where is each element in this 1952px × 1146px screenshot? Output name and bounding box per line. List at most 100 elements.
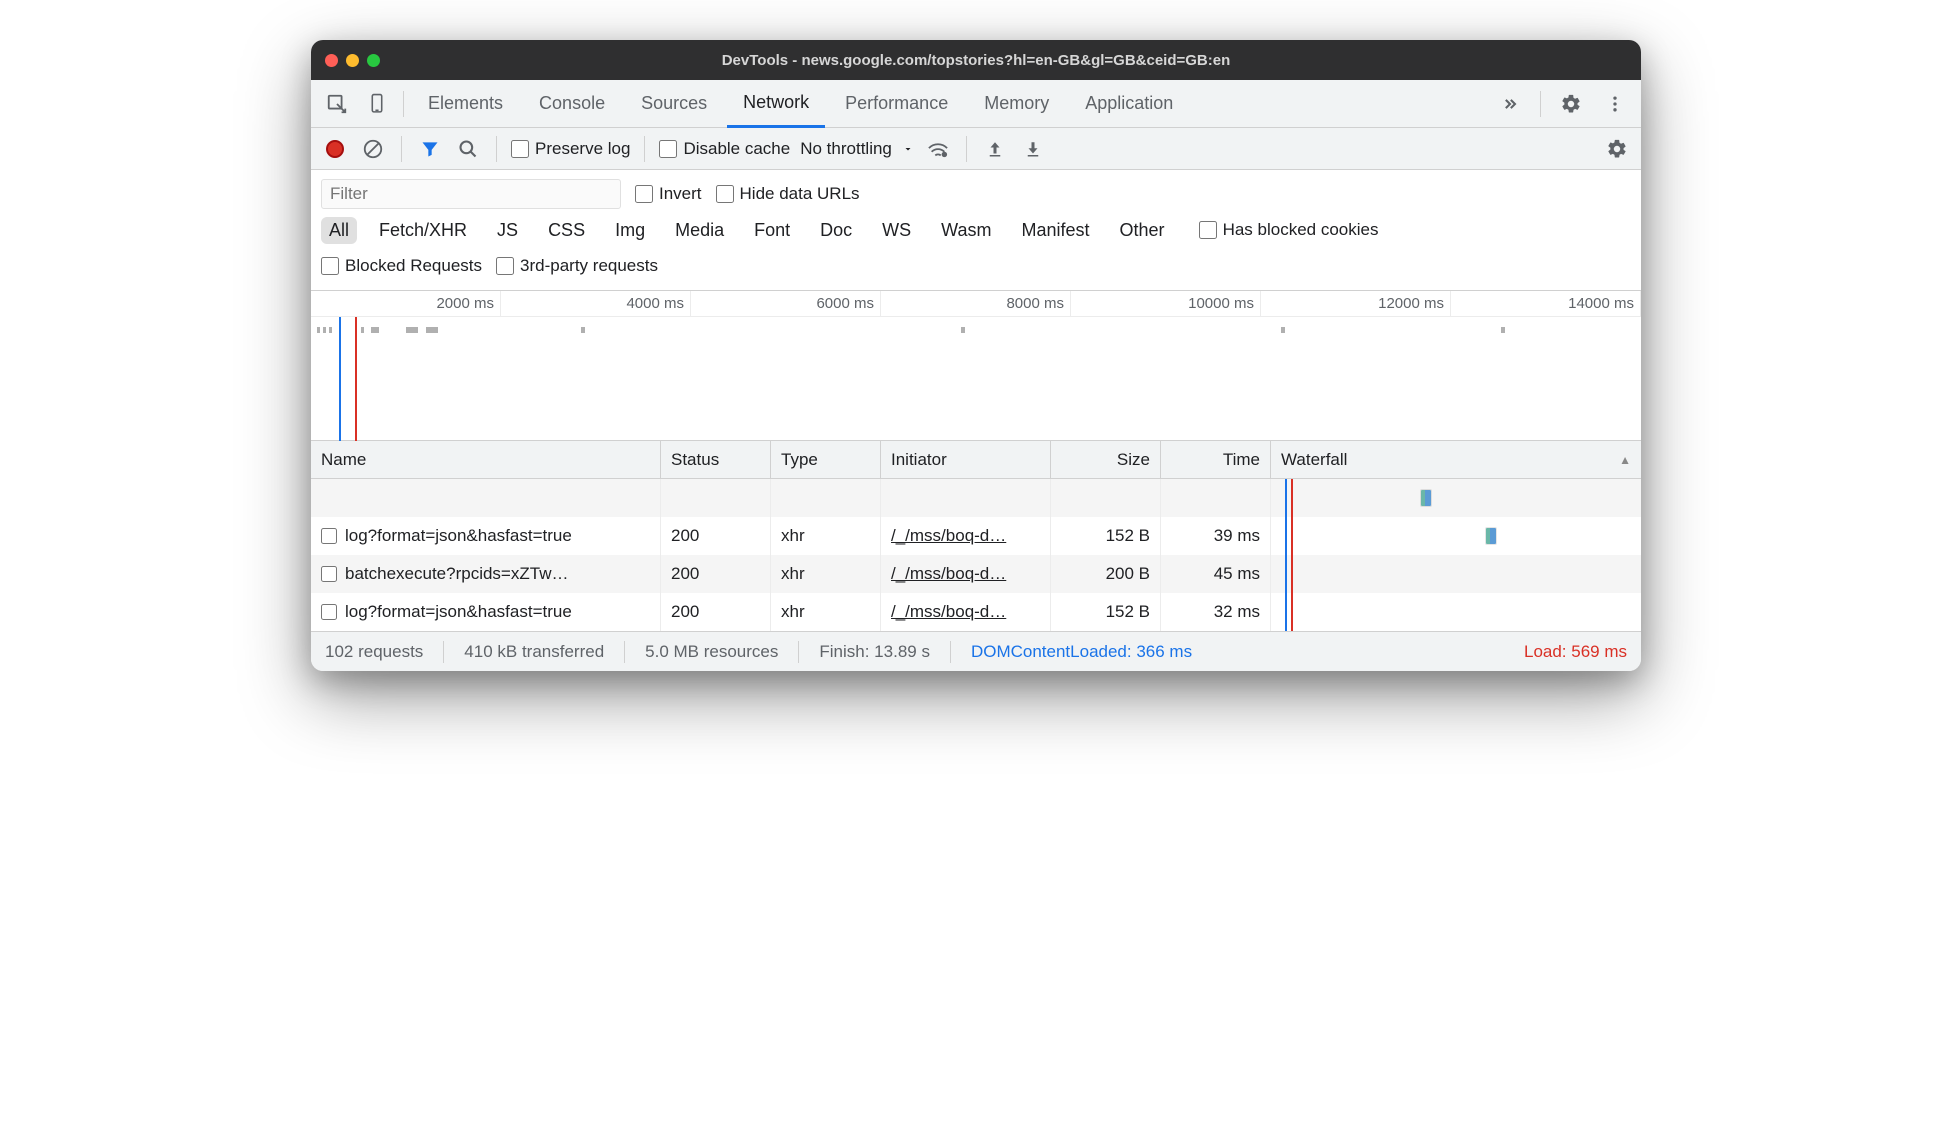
record-button[interactable] — [321, 135, 349, 163]
requests-table-body: log?format=json&hasfast=true 200 xhr /_/… — [311, 479, 1641, 631]
header-size[interactable]: Size — [1051, 441, 1161, 478]
divider — [644, 136, 645, 162]
tab-console[interactable]: Console — [523, 80, 621, 128]
header-initiator[interactable]: Initiator — [881, 441, 1051, 478]
divider — [443, 641, 444, 663]
row-checkbox[interactable] — [321, 604, 337, 620]
header-status[interactable]: Status — [661, 441, 771, 478]
settings-gear-icon[interactable] — [1553, 86, 1589, 122]
timeline-bars — [311, 325, 1641, 335]
tab-performance[interactable]: Performance — [829, 80, 964, 128]
export-har-icon[interactable] — [1019, 135, 1047, 163]
cell-name: log?format=json&hasfast=true — [311, 593, 661, 631]
cell-type: xhr — [771, 517, 881, 555]
divider — [401, 136, 402, 162]
kebab-menu-icon[interactable] — [1597, 86, 1633, 122]
cell-size: 200 B — [1051, 555, 1161, 593]
row-checkbox[interactable] — [321, 528, 337, 544]
cell-size: 152 B — [1051, 593, 1161, 631]
table-row[interactable]: batchexecute?rpcids=xZTw… 200 xhr /_/mss… — [311, 555, 1641, 593]
divider — [624, 641, 625, 663]
timeline-overview[interactable]: 2000 ms 4000 ms 6000 ms 8000 ms 10000 ms… — [311, 291, 1641, 441]
table-row[interactable]: log?format=json&hasfast=true 200 xhr /_/… — [311, 593, 1641, 631]
cell-time: 39 ms — [1161, 517, 1271, 555]
maximize-icon[interactable] — [367, 54, 380, 67]
timeline-tick: 12000 ms — [1261, 291, 1451, 316]
titlebar: DevTools - news.google.com/topstories?hl… — [311, 40, 1641, 80]
blocked-requests-label: Blocked Requests — [345, 256, 482, 276]
timeline-tick: 8000 ms — [881, 291, 1071, 316]
tab-network[interactable]: Network — [727, 80, 825, 128]
traffic-lights — [325, 54, 380, 67]
cell-status: 200 — [661, 555, 771, 593]
divider — [966, 136, 967, 162]
divider — [950, 641, 951, 663]
preserve-log-label: Preserve log — [535, 139, 630, 159]
status-domcontentloaded: DOMContentLoaded: 366 ms — [971, 642, 1192, 662]
filter-type-wasm[interactable]: Wasm — [933, 217, 999, 244]
filter-type-font[interactable]: Font — [746, 217, 798, 244]
clear-icon[interactable] — [359, 135, 387, 163]
tab-application[interactable]: Application — [1069, 80, 1189, 128]
filter-type-media[interactable]: Media — [667, 217, 732, 244]
import-har-icon[interactable] — [981, 135, 1009, 163]
cell-status: 200 — [661, 517, 771, 555]
tab-sources[interactable]: Sources — [625, 80, 723, 128]
header-waterfall[interactable]: Waterfall▲ — [1271, 441, 1641, 478]
filter-type-ws[interactable]: WS — [874, 217, 919, 244]
has-blocked-cookies-checkbox[interactable]: Has blocked cookies — [1199, 220, 1379, 240]
search-icon[interactable] — [454, 135, 482, 163]
cell-name: log?format=json&hasfast=true — [311, 517, 661, 555]
filter-type-manifest[interactable]: Manifest — [1014, 217, 1098, 244]
inspect-icon[interactable] — [319, 86, 355, 122]
invert-checkbox[interactable]: Invert — [635, 184, 702, 204]
filter-type-fetch-xhr[interactable]: Fetch/XHR — [371, 217, 475, 244]
minimize-icon[interactable] — [346, 54, 359, 67]
cell-initiator[interactable]: /_/mss/boq-d… — [881, 555, 1051, 593]
hide-data-urls-checkbox[interactable]: Hide data URLs — [716, 184, 860, 204]
header-time[interactable]: Time — [1161, 441, 1271, 478]
cell-time: 32 ms — [1161, 593, 1271, 631]
status-load: Load: 569 ms — [1524, 642, 1627, 662]
blocked-requests-checkbox[interactable]: Blocked Requests — [321, 256, 482, 276]
waterfall-cell — [1271, 555, 1641, 593]
third-party-requests-checkbox[interactable]: 3rd-party requests — [496, 256, 658, 276]
tab-memory[interactable]: Memory — [968, 80, 1065, 128]
divider — [798, 641, 799, 663]
filter-type-all[interactable]: All — [321, 217, 357, 244]
disable-cache-checkbox[interactable]: Disable cache — [659, 139, 790, 159]
cell-initiator[interactable]: /_/mss/boq-d… — [881, 517, 1051, 555]
header-type[interactable]: Type — [771, 441, 881, 478]
cell-type: xhr — [771, 555, 881, 593]
invert-label: Invert — [659, 184, 702, 204]
header-name[interactable]: Name — [311, 441, 661, 478]
table-row[interactable]: log?format=json&hasfast=true 200 xhr /_/… — [311, 517, 1641, 555]
requests-table-header: Name Status Type Initiator Size Time Wat… — [311, 441, 1641, 479]
close-icon[interactable] — [325, 54, 338, 67]
more-tabs-icon[interactable] — [1492, 86, 1528, 122]
row-checkbox[interactable] — [321, 566, 337, 582]
network-conditions-icon[interactable] — [924, 135, 952, 163]
throttling-select[interactable]: No throttling — [800, 139, 914, 159]
filter-type-img[interactable]: Img — [607, 217, 653, 244]
divider — [496, 136, 497, 162]
network-toolbar: Preserve log Disable cache No throttling — [311, 128, 1641, 170]
filter-type-other[interactable]: Other — [1112, 217, 1173, 244]
filter-funnel-icon[interactable] — [416, 135, 444, 163]
network-settings-gear-icon[interactable] — [1603, 135, 1631, 163]
preserve-log-checkbox[interactable]: Preserve log — [511, 139, 630, 159]
status-transferred: 410 kB transferred — [464, 642, 604, 662]
filter-input[interactable] — [321, 179, 621, 209]
status-finish: Finish: 13.89 s — [819, 642, 930, 662]
cell-name: batchexecute?rpcids=xZTw… — [311, 555, 661, 593]
waterfall-cell — [1271, 517, 1641, 555]
device-toggle-icon[interactable] — [359, 86, 395, 122]
timeline-tick: 14000 ms — [1451, 291, 1641, 316]
header-waterfall-label: Waterfall — [1281, 450, 1347, 470]
filter-type-js[interactable]: JS — [489, 217, 526, 244]
cell-initiator[interactable]: /_/mss/boq-d… — [881, 593, 1051, 631]
filter-type-css[interactable]: CSS — [540, 217, 593, 244]
timeline-ticks: 2000 ms 4000 ms 6000 ms 8000 ms 10000 ms… — [311, 291, 1641, 317]
filter-type-doc[interactable]: Doc — [812, 217, 860, 244]
tab-elements[interactable]: Elements — [412, 80, 519, 128]
